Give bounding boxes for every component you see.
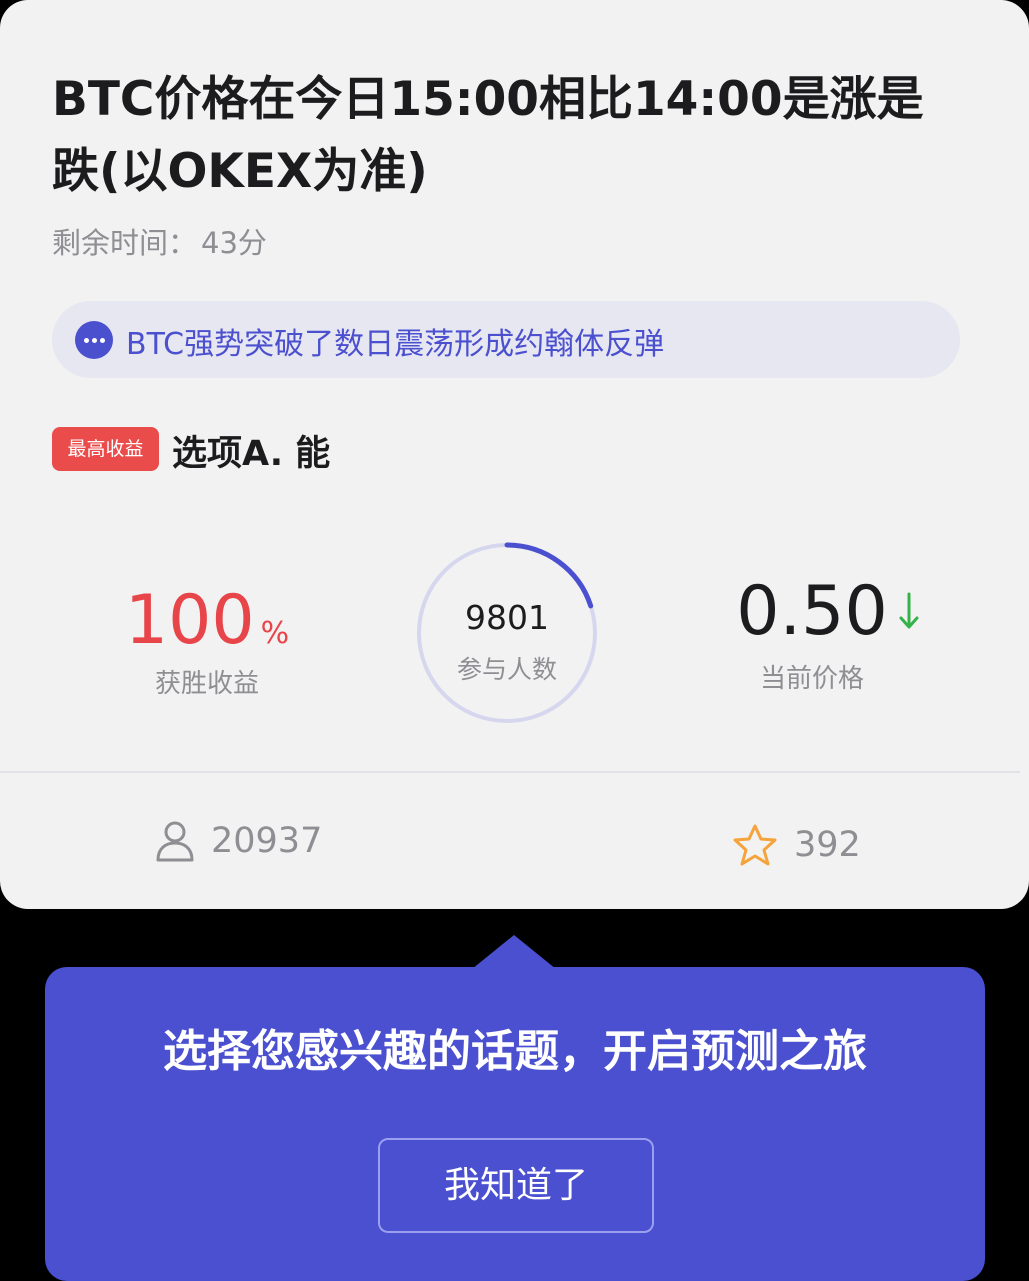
participants-label: 参与人数 (456, 655, 557, 684)
user-icon (156, 821, 194, 862)
star-icon (733, 824, 777, 866)
remaining-time-label: 剩余时间： (52, 226, 198, 260)
prediction-card[interactable]: BTC价格在今日15:00相比14:00是涨是跌(以OKEX为准) 剩余时间： 4… (0, 0, 1029, 909)
users-count[interactable]: 20937 (155, 820, 322, 862)
remaining-time: 剩余时间： 43分 (52, 220, 267, 262)
divider (0, 771, 1020, 773)
remaining-time-value: 43分 (201, 226, 267, 260)
option-label: 选项A. 能 (172, 434, 331, 474)
price-stat: 0.50 当前价格 (706, 572, 919, 695)
onboarding-tooltip: 选择您感兴趣的话题，开启预测之旅 我知道了 (45, 967, 985, 1281)
question-title: BTC价格在今日15:00相比14:00是涨是跌(以OKEX为准) (52, 72, 924, 199)
arrow-down-icon (899, 592, 919, 629)
participants-value: 9801 (465, 598, 549, 637)
payout-stat: 100% 获胜收益 (102, 583, 312, 700)
price-value: 0.50 (736, 572, 888, 651)
news-text: BTC强势突破了数日震荡形成约翰体反弹 (126, 327, 665, 362)
tooltip-arrow (472, 935, 556, 969)
favorites-count-value: 392 (794, 825, 861, 865)
payout-value: 100 (124, 581, 255, 660)
news-banner[interactable]: BTC强势突破了数日震荡形成约翰体反弹 (52, 301, 960, 378)
top-yield-badge: 最高收益 (52, 427, 159, 471)
payout-label: 获胜收益 (154, 669, 259, 699)
got-it-button[interactable]: 我知道了 (378, 1138, 654, 1233)
price-label: 当前价格 (759, 664, 864, 694)
tooltip-message: 选择您感兴趣的话题，开启预测之旅 (163, 1026, 867, 1077)
chat-bubble-icon (75, 321, 113, 359)
users-count-value: 20937 (211, 821, 323, 861)
payout-unit: % (260, 616, 290, 651)
favorites-count[interactable]: 392 (732, 823, 861, 867)
